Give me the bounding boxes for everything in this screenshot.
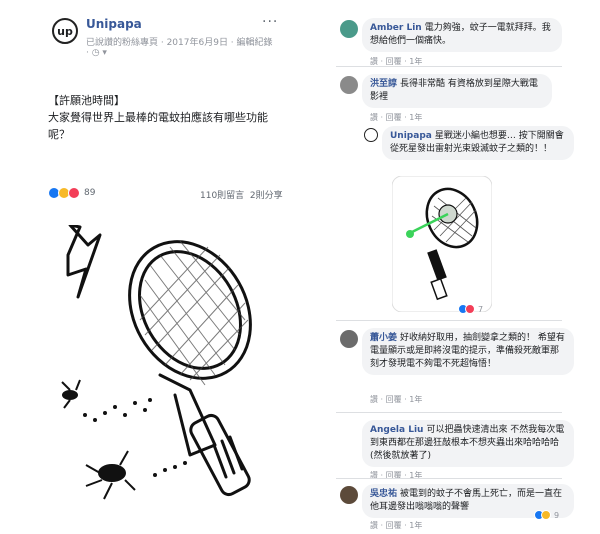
- comment-bubble: 洪至諄 長得非常酷 有資格放到星際大戰電影裡: [362, 74, 552, 108]
- privacy-icon[interactable]: · ◷ ▾: [86, 48, 107, 58]
- commenter-name[interactable]: Unipapa: [390, 131, 432, 141]
- page-name-link[interactable]: Unipapa: [86, 17, 142, 31]
- divider: [336, 320, 562, 321]
- comment-reactions[interactable]: 9: [534, 510, 559, 520]
- post-text: 大家覺得世界上最棒的電蚊拍應該有哪些功能呢？: [48, 111, 268, 141]
- reply-image-deathstar-racket[interactable]: [392, 176, 492, 312]
- comment-bubble: Unipapa 星戰迷小編也想要… 按下開關會從死星發出雷射光束毀滅蚊子之類的！！: [382, 126, 574, 160]
- commenter-name[interactable]: Angela Liu: [370, 425, 423, 435]
- reaction-count: 9: [554, 510, 560, 520]
- love-reaction-icon: [465, 304, 475, 314]
- comment-actions[interactable]: 讚 · 回覆 · 1年: [370, 112, 520, 123]
- reaction-summary[interactable]: 89: [48, 187, 95, 199]
- divider: [336, 478, 562, 479]
- page-avatar[interactable]: up: [52, 18, 78, 44]
- comment-bubble: Amber Lin 電力夠強，蚊子一電就拜拜。我想給他們一個痛快。: [362, 18, 562, 52]
- comment-share-counts: 110則留言 2則分享: [200, 188, 283, 201]
- reaction-count: 89: [84, 188, 96, 198]
- comment-bubble: 蕭小姜 好收納好取用，抽劍變拿之類的！ 希望有電量顯示或是即將沒電的提示，準備殺死…: [362, 328, 574, 375]
- avatar[interactable]: [364, 128, 378, 142]
- commenter-name[interactable]: 洪至諄: [370, 79, 397, 89]
- divider: [336, 66, 562, 67]
- post-tag: 【許願池時間】: [48, 94, 125, 107]
- avatar[interactable]: [340, 20, 358, 38]
- comments-count[interactable]: 110則留言: [200, 191, 244, 201]
- avatar[interactable]: [340, 76, 358, 94]
- haha-reaction-icon: [541, 510, 551, 520]
- lightning-bolt: [66, 225, 102, 299]
- comment-text: 好收納好取用，抽劍變拿之類的！ 希望有電量顯示或是即將沒電的提示，準備殺死敵軍那…: [370, 333, 565, 369]
- commenter-name[interactable]: Amber Lin: [370, 23, 422, 33]
- comment-text: 被電到的蚊子不會馬上死亡，而是一直在他耳邊發出嗡嗡嗡的聲響: [370, 489, 563, 512]
- reply-reactions[interactable]: 7: [458, 304, 483, 314]
- commenter-name[interactable]: 吳忠祐: [370, 489, 397, 499]
- divider: [336, 412, 562, 413]
- comment-actions[interactable]: 讚 · 回覆 · 1年: [370, 394, 520, 405]
- racket-drawing: [61, 225, 252, 500]
- comment-actions[interactable]: 讚 · 回覆 · 1年: [370, 520, 490, 531]
- more-options-icon[interactable]: ···: [262, 14, 278, 30]
- love-reaction-icon: [68, 187, 80, 199]
- shares-count[interactable]: 2則分享: [250, 191, 283, 201]
- post-meta: 已說讚的粉絲專頁 · 2017年6月9日 · 編輯紀錄: [86, 38, 273, 48]
- comment-bubble: Angela Liu 可以把蟲快速清出來 不然我每次電到東西都在那邊狂敲根本不想夾…: [362, 420, 574, 467]
- avatar[interactable]: [340, 486, 358, 504]
- commenter-name[interactable]: 蕭小姜: [370, 333, 397, 343]
- comment-actions[interactable]: 讚 · 回覆 · 1年: [370, 470, 520, 481]
- reaction-count: 7: [478, 304, 484, 314]
- avatar[interactable]: [340, 330, 358, 348]
